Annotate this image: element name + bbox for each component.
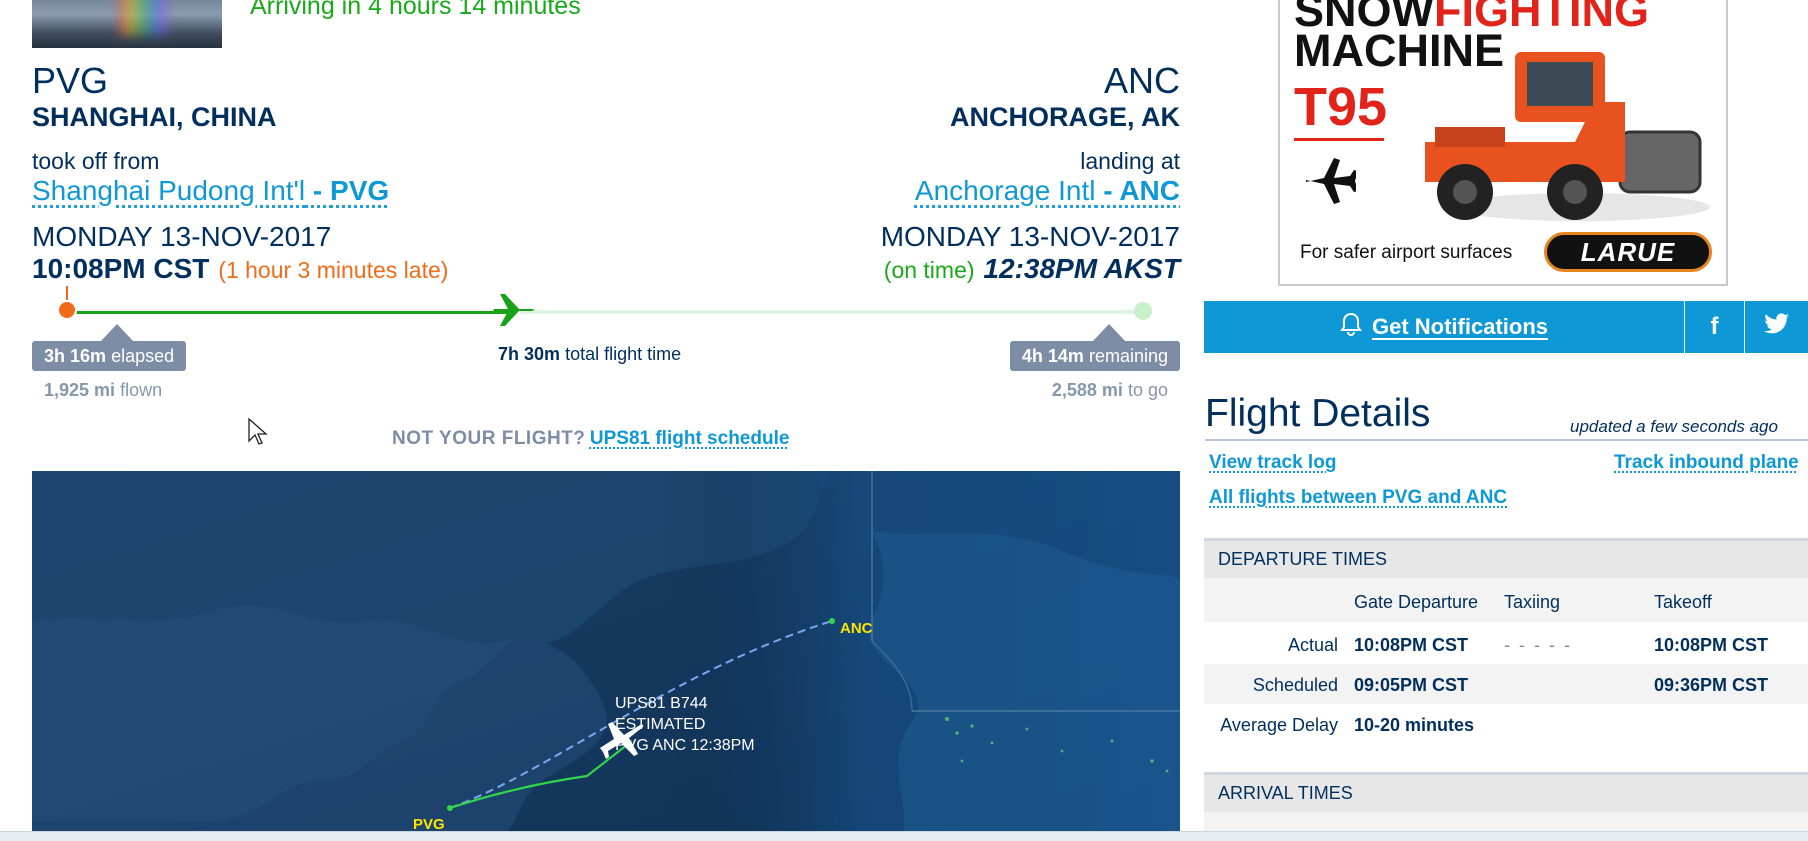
ad-tagline: For safer airport surfaces	[1300, 242, 1513, 263]
to-go-value: 2,588 mi	[1051, 380, 1123, 400]
airplane-icon	[492, 290, 536, 335]
average-delay-value: 10-20 minutes	[1354, 715, 1475, 735]
column-taxiing: Taxiing	[1504, 592, 1561, 612]
origin-delay: (1 hour 3 minutes late)	[218, 257, 449, 283]
scheduled-label: Scheduled	[1252, 675, 1338, 695]
origin-code: PVG	[32, 60, 109, 101]
progress-bar-completed	[70, 311, 510, 314]
origin-time: 10:08PM CST	[32, 253, 210, 284]
total-value: 7h 30m	[498, 344, 561, 364]
origin-airport-name: Shanghai Pudong Int'l	[32, 175, 306, 206]
elapsed-caret	[100, 324, 134, 342]
origin-airport-code: PVG	[330, 175, 390, 206]
aircraft-photo[interactable]	[32, 0, 222, 48]
column-takeoff: Takeoff	[1654, 592, 1712, 612]
arrival-countdown: Arriving in 4 hours 14 minutes	[250, 0, 581, 20]
destination-airport-sep: -	[1095, 175, 1120, 206]
origin-date: MONDAY 13-NOV-2017	[32, 221, 332, 252]
map-flight-line3: PVG ANC 12:38PM	[615, 737, 755, 754]
flight-schedule-link[interactable]: UPS81 flight schedule	[590, 428, 790, 449]
destination-status-label: landing at	[1080, 148, 1180, 174]
to-go-label: to go	[1127, 380, 1168, 400]
departure-dot	[57, 300, 77, 320]
total-flight-time: 7h 30m total flight time	[498, 344, 681, 365]
origin-time-row: 10:08PM CST (1 hour 3 minutes late)	[32, 253, 448, 285]
actual-taxiing: - - - - -	[1504, 635, 1572, 655]
origin-status-label: took off from	[32, 148, 160, 174]
track-inbound-plane-link[interactable]: Track inbound plane	[1614, 452, 1799, 474]
remaining-caret	[1092, 324, 1126, 342]
arrival-dot	[1134, 302, 1152, 320]
destination-airport-name: Anchorage Intl	[914, 175, 1096, 206]
origin-city: SHANGHAI, CHINA	[32, 102, 277, 132]
view-track-log-link[interactable]: View track log	[1209, 452, 1336, 474]
ad-divider	[1294, 138, 1384, 141]
distance-to-go: 2,588 mi to go	[1052, 380, 1168, 401]
snowplow-image	[1405, 32, 1710, 237]
arrival-times-header: ARRIVAL TIMES	[1204, 772, 1808, 812]
flight-main-panel: Arriving in 4 hours 14 minutes PVG SHANG…	[0, 0, 1200, 841]
destination-code: ANC	[1103, 60, 1180, 101]
destination-airport-link[interactable]: Anchorage Intl - ANC	[915, 175, 1180, 207]
map-destination-label: ANC	[840, 620, 873, 637]
remaining-badge: 4h 14m remaining	[1009, 341, 1180, 371]
origin-airport-sep: -	[305, 175, 331, 206]
destination-time-row: (on time) 12:38PM AKST	[884, 253, 1180, 285]
destination-city: ANCHORAGE, AK	[949, 102, 1180, 132]
not-your-flight-row: NOT YOUR FLIGHT? UPS81 flight schedule	[392, 428, 789, 450]
flight-details-divider	[1205, 439, 1808, 441]
page: Arriving in 4 hours 14 minutes PVG SHANG…	[0, 0, 1808, 841]
ad-brand-logo: LARUE	[1544, 232, 1712, 272]
cursor-icon	[248, 417, 268, 451]
scheduled-gate-departure: 09:05PM CST	[1354, 675, 1469, 695]
get-notifications-button[interactable]: Get Notifications	[1204, 301, 1684, 353]
actual-takeoff: 10:08PM CST	[1654, 635, 1769, 655]
total-label: total flight time	[565, 344, 682, 364]
facebook-share-button[interactable]: f	[1684, 301, 1744, 353]
twitter-share-button[interactable]	[1744, 301, 1808, 353]
map-flight-line2: ESTIMATED	[615, 716, 705, 733]
flight-map-canvas: PVG ANC UPS81 B744 ESTIMATED PVG ANC 12:…	[32, 471, 1180, 841]
scheduled-takeoff: 09:36PM CST	[1654, 675, 1769, 695]
origin-pin	[447, 805, 453, 811]
ad-model: T95	[1294, 77, 1388, 137]
facebook-icon: f	[1710, 313, 1719, 340]
flown-label: flown	[120, 380, 163, 400]
flight-details-title: Flight Details	[1205, 392, 1431, 435]
all-flights-link[interactable]: All flights between PVG and ANC	[1209, 487, 1507, 509]
average-delay-label: Average Delay	[1220, 715, 1338, 735]
remaining-label: remaining	[1088, 346, 1168, 366]
actual-gate-departure: 10:08PM CST	[1354, 635, 1469, 655]
flight-details-updated: updated a few seconds ago	[1570, 417, 1778, 436]
not-your-flight-label: NOT YOUR FLIGHT?	[392, 428, 586, 449]
get-notifications-label: Get Notifications	[1371, 314, 1548, 339]
twitter-icon	[1763, 312, 1790, 342]
column-gate-departure: Gate Departure	[1354, 592, 1479, 612]
destination-pin	[829, 618, 835, 624]
flight-map[interactable]: PVG ANC UPS81 B744 ESTIMATED PVG ANC 12:…	[32, 471, 1180, 841]
origin-airport-link[interactable]: Shanghai Pudong Int'l - PVG	[32, 175, 389, 207]
elapsed-badge: 3h 16m elapsed	[32, 341, 187, 371]
remaining-value: 4h 14m	[1021, 346, 1084, 366]
flown-value: 1,925 mi	[44, 380, 116, 400]
advertisement[interactable]: SNOWFIGHTING MACHINE T95 For safer airpo…	[1278, 0, 1728, 286]
destination-airport-code: ANC	[1119, 175, 1180, 206]
horizontal-scrollbar[interactable]	[0, 831, 1808, 841]
departure-times-header: DEPARTURE TIMES	[1204, 538, 1808, 578]
bell-icon	[1340, 312, 1362, 342]
destination-time: 12:38PM AKST	[983, 253, 1180, 284]
map-flight-line1: UPS81 B744	[615, 695, 708, 712]
destination-date: MONDAY 13-NOV-2017	[880, 221, 1180, 252]
progress-bar-remaining	[520, 310, 1145, 314]
elapsed-label: elapsed	[111, 346, 175, 366]
ad-airplane-icon	[1300, 152, 1358, 213]
actual-label: Actual	[1287, 635, 1338, 655]
elapsed-value: 3h 16m	[44, 346, 107, 366]
destination-status: (on time)	[883, 257, 975, 283]
rainbow-decoration	[118, 0, 168, 36]
distance-flown: 1,925 mi flown	[44, 380, 162, 401]
